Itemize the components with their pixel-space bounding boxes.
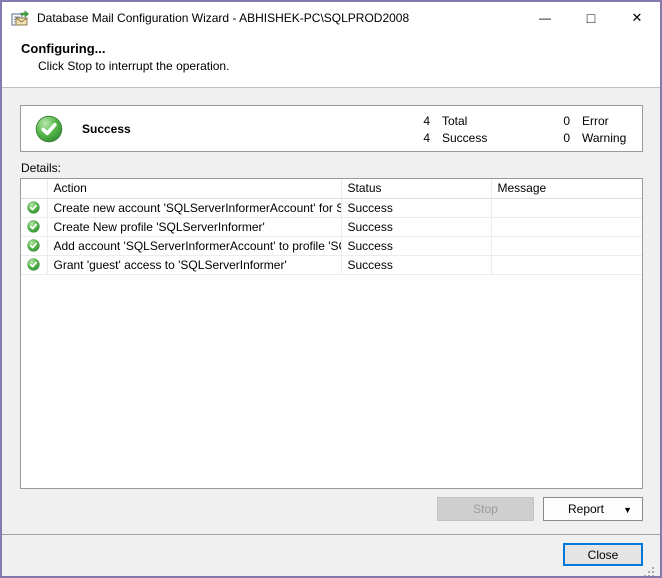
minimize-button[interactable]: —	[522, 2, 568, 34]
results-header-row: Action Status Message	[21, 179, 642, 199]
row-status: Success	[341, 236, 492, 256]
stat-error-label: Error	[582, 113, 609, 128]
row-success-icon	[27, 258, 40, 271]
results-table: Action Status Message Create new account…	[21, 179, 642, 275]
success-check-icon	[35, 115, 63, 142]
stat-success-value: 4	[423, 130, 430, 145]
table-row[interactable]: Grant 'guest' access to 'SQLServerInform…	[21, 255, 642, 275]
actions-row: Stop Report ▼	[20, 497, 643, 521]
results-panel: Action Status Message Create new account…	[20, 178, 643, 489]
summary-status-section: Success	[21, 106, 400, 151]
row-action: Create New profile 'SQLServerInformer'	[47, 217, 342, 237]
report-button-label: Report	[567, 502, 605, 516]
window-controls: — □ ✕	[522, 2, 660, 34]
column-header-status[interactable]: Status	[341, 179, 492, 199]
wizard-window: Database Mail Configuration Wizard - ABH…	[0, 0, 662, 578]
stop-button[interactable]: Stop	[437, 497, 534, 521]
page-subtitle: Click Stop to interrupt the operation.	[38, 59, 230, 73]
footer: Close	[20, 535, 654, 576]
row-action: Create new account 'SQLServerInformerAcc…	[47, 198, 342, 218]
row-success-icon	[27, 201, 40, 214]
wizard-header: Configuring... Click Stop to interrupt t…	[2, 34, 660, 88]
table-row[interactable]: Create new account 'SQLServerInformerAcc…	[21, 198, 642, 218]
row-message	[491, 217, 642, 237]
row-success-icon	[27, 239, 40, 252]
stat-error-value: 0	[563, 113, 570, 128]
database-mail-app-icon	[11, 10, 29, 26]
column-header-action[interactable]: Action	[47, 179, 342, 199]
details-label: Details:	[21, 161, 62, 175]
row-success-icon	[27, 220, 40, 233]
row-action: Grant 'guest' access to 'SQLServerInform…	[47, 255, 342, 275]
stat-total-label: Total	[442, 113, 468, 128]
row-action: Add account 'SQLServerInformerAccount' t…	[47, 236, 342, 256]
column-header-message[interactable]: Message	[491, 179, 642, 199]
resize-grip[interactable]	[642, 565, 654, 576]
chevron-down-icon: ▼	[623, 505, 632, 515]
row-status: Success	[341, 217, 492, 237]
row-message	[491, 198, 642, 218]
column-header-icon	[21, 179, 48, 199]
row-message	[491, 236, 642, 256]
page-title: Configuring...	[21, 41, 106, 56]
stat-warning-label: Warning	[582, 130, 627, 145]
maximize-button[interactable]: □	[568, 2, 614, 34]
stat-success-label: Success	[442, 130, 488, 145]
report-button[interactable]: Report ▼	[543, 497, 643, 521]
window-title: Database Mail Configuration Wizard - ABH…	[37, 11, 410, 25]
row-status: Success	[341, 255, 492, 275]
titlebar: Database Mail Configuration Wizard - ABH…	[2, 2, 660, 34]
stat-warning-value: 0	[563, 130, 570, 145]
summary-status-label: Success	[82, 121, 131, 136]
close-window-button[interactable]: ✕	[614, 2, 660, 34]
stat-total-value: 4	[423, 113, 430, 128]
summary-stats: 4 Total 0 Error 4 Success 0 Warning	[400, 106, 660, 151]
close-button[interactable]: Close	[563, 543, 643, 566]
table-row[interactable]: Create New profile 'SQLServerInformer' S…	[21, 217, 642, 237]
summary-banner: Success 4 Total 0 Error 4 Success 0 Warn…	[20, 105, 643, 152]
row-message	[491, 255, 642, 275]
row-status: Success	[341, 198, 492, 218]
table-row[interactable]: Add account 'SQLServerInformerAccount' t…	[21, 236, 642, 256]
content-area: Success 4 Total 0 Error 4 Success 0 Warn…	[2, 105, 660, 576]
